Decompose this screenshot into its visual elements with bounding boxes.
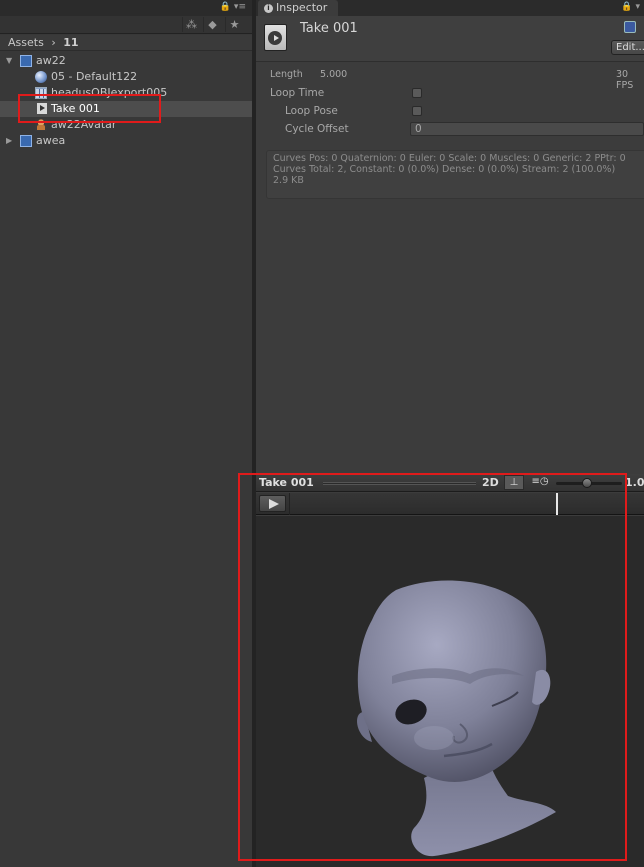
filter-by-type-icon[interactable]: ⁂ (182, 17, 200, 32)
breadcrumb-folder[interactable]: 11 (63, 36, 78, 49)
material-sphere-icon (35, 71, 47, 83)
breadcrumb: Assets › 11 (0, 35, 252, 51)
preview-toolbar: Take 001 2D ⊥ ≡◷ 1.00 (256, 474, 644, 492)
speed-value: 1.00 (625, 476, 644, 489)
loop-pose-checkbox[interactable] (412, 106, 422, 116)
length-value: 5.000 (320, 69, 348, 80)
prefab-cube-icon (20, 135, 32, 147)
prefab-cube-icon (20, 55, 32, 67)
mesh-grid-icon (35, 87, 47, 99)
pivot-toggle-icon[interactable]: ⊥ (504, 475, 524, 490)
cheek-highlight-shape (414, 726, 454, 750)
fps-value: 30 FPS (616, 69, 634, 91)
tree-item-label: aw22Avatar (51, 118, 117, 131)
project-panel: 🔒 ▾≡ ⁂ ◆ ★ Assets › 11 ▼ aw22 05 - Defau… (0, 0, 252, 867)
edit-button[interactable]: Edit... (611, 40, 644, 55)
expand-arrow-icon[interactable]: ▼ (6, 53, 12, 69)
loop-pose-label: Loop Pose (285, 105, 338, 117)
clip-size: 2.9 KB (273, 175, 304, 186)
curve-stats-total: Curves Total: 2, Constant: 0 (0.0%) Dens… (273, 164, 616, 175)
inspector-lock-icon[interactable]: 🔒 ▾ (621, 2, 640, 12)
tree-item-take-001[interactable]: Take 001 (0, 101, 252, 117)
curve-stats-box: Curves Pos: 0 Quaternion: 0 Euler: 0 Sca… (266, 150, 644, 199)
preview-title: Take 001 (259, 476, 314, 489)
breadcrumb-root[interactable]: Assets (8, 36, 44, 49)
speed-icon[interactable]: ≡◷ (529, 475, 551, 490)
cycle-offset-field[interactable]: 0 (410, 122, 644, 136)
tree-item-label: awea (36, 134, 66, 147)
info-icon: i (264, 4, 273, 13)
inspector-header: Take 001 Edit... (256, 16, 644, 62)
playhead[interactable] (556, 493, 558, 515)
speed-slider-handle[interactable] (582, 478, 592, 488)
tree-item-mesh[interactable]: headusOBJexport005 (0, 85, 252, 101)
length-label: Length (270, 69, 303, 80)
project-toolbar: ⁂ ◆ ★ (0, 16, 252, 34)
inspector-panel: i Inspector 🔒 ▾ Take 001 Edit... Length 5… (256, 0, 644, 867)
collapse-arrow-icon[interactable]: ▶ (6, 133, 12, 149)
animation-clip-icon (37, 103, 47, 114)
project-tab-bar: 🔒 ▾≡ (0, 0, 252, 16)
curve-stats-line: Curves Pos: 0 Quaternion: 0 Euler: 0 Sca… (273, 153, 626, 164)
tab-label: Inspector (276, 1, 328, 14)
tree-item-aw22[interactable]: ▼ aw22 (0, 53, 252, 69)
avatar-icon (35, 119, 47, 131)
inspector-tab-bar: i Inspector 🔒 ▾ (256, 0, 644, 16)
preview-viewport[interactable] (256, 516, 644, 867)
preview-timeline (256, 493, 644, 515)
animation-clip-icon (264, 24, 287, 51)
breadcrumb-separator-icon: › (51, 36, 56, 49)
tree-item-material[interactable]: 05 - Default122 (0, 69, 252, 85)
panel-lock-icon[interactable]: 🔒 ▾≡ (220, 2, 246, 12)
favorites-star-icon[interactable]: ★ (225, 17, 243, 32)
preview-drag-handle[interactable] (323, 482, 476, 485)
filter-by-label-icon[interactable]: ◆ (203, 17, 221, 32)
loop-time-checkbox[interactable] (412, 88, 422, 98)
loop-time-label: Loop Time (270, 87, 325, 99)
head-shape (357, 580, 547, 782)
tree-item-label: 05 - Default122 (51, 70, 138, 83)
tree-item-label: Take 001 (51, 102, 100, 115)
tree-item-avatar[interactable]: aw22Avatar (0, 117, 252, 133)
help-book-icon[interactable] (624, 21, 636, 33)
timeline-track[interactable] (289, 493, 644, 515)
tree-item-label: aw22 (36, 54, 66, 67)
tab-inspector[interactable]: i Inspector (258, 0, 338, 16)
toggle-2d-button[interactable]: 2D (482, 476, 499, 489)
asset-title: Take 001 (300, 21, 358, 36)
play-button[interactable] (259, 495, 286, 512)
tree-item-label: headusOBJexport005 (51, 86, 168, 99)
tree-item-awea[interactable]: ▶ awea (0, 133, 252, 149)
head-model (357, 580, 556, 857)
cycle-offset-label: Cycle Offset (285, 123, 349, 135)
